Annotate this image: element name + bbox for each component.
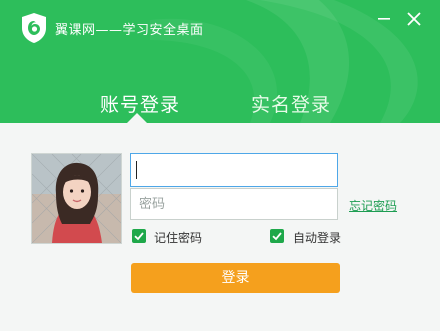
username-input[interactable] bbox=[130, 153, 338, 187]
login-window: 翼课网——学习安全桌面 账号登录 实名登录 忘记密码 记住密码 自动登录 登录 bbox=[0, 0, 440, 331]
auto-login-checkbox[interactable] bbox=[270, 229, 284, 243]
header-banner: 翼课网——学习安全桌面 账号登录 实名登录 bbox=[0, 0, 440, 123]
active-tab-pointer bbox=[127, 113, 147, 123]
remember-password-checkbox[interactable] bbox=[132, 229, 146, 243]
window-title: 翼课网——学习安全桌面 bbox=[55, 23, 204, 38]
password-input[interactable] bbox=[130, 188, 338, 220]
remember-password-label: 记住密码 bbox=[154, 231, 203, 245]
login-button[interactable]: 登录 bbox=[131, 263, 340, 293]
text-caret bbox=[136, 161, 137, 179]
forgot-password-link[interactable]: 忘记密码 bbox=[349, 197, 397, 214]
tab-realname-login[interactable]: 实名登录 bbox=[251, 90, 331, 117]
shield-logo-icon bbox=[22, 13, 46, 43]
checkmark-icon bbox=[272, 232, 282, 241]
close-icon[interactable] bbox=[403, 8, 425, 30]
avatar bbox=[31, 153, 122, 244]
auto-login-label: 自动登录 bbox=[293, 231, 342, 245]
minimize-icon[interactable] bbox=[373, 8, 395, 30]
checkmark-icon bbox=[134, 232, 144, 241]
